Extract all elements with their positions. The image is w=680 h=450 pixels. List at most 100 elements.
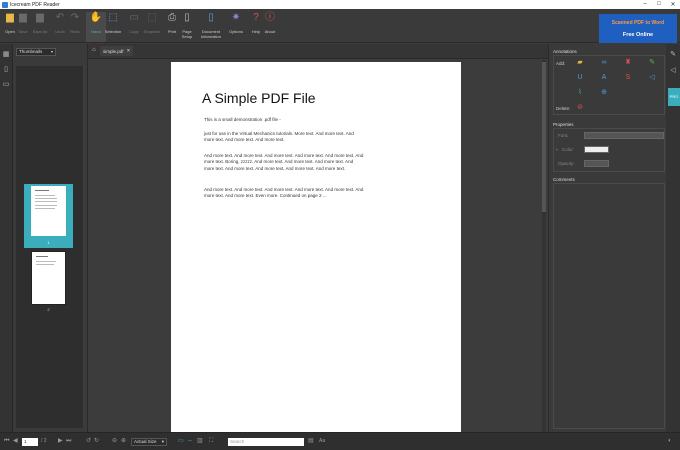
cursor-icon: ⬚ xyxy=(108,12,118,23)
pdf-paragraph-2: just for use in the Virtual Mechanics tu… xyxy=(204,131,354,143)
thumbnail-mode-select[interactable]: Thumbnails ▾ xyxy=(16,48,56,56)
zoom-out-icon[interactable]: ⊖ xyxy=(112,437,117,446)
info-icon: ⓘ xyxy=(265,12,275,23)
search-input[interactable]: Search xyxy=(228,438,304,446)
rotate-left-icon[interactable]: ↺ xyxy=(86,437,91,446)
strikethrough-icon[interactable]: S xyxy=(624,74,632,82)
window-title: Icecream PDF Reader xyxy=(10,1,60,8)
opacity-field[interactable] xyxy=(584,160,609,167)
link-icon[interactable]: ∞ xyxy=(600,59,608,67)
document-scrollbar[interactable] xyxy=(542,60,546,432)
pdf-paragraph-4: And more text. And more text. And more t… xyxy=(204,187,364,199)
color-swatch[interactable] xyxy=(584,146,609,153)
chevron-down-icon: ▾ xyxy=(50,49,53,54)
sticky-note-icon[interactable]: ▰ xyxy=(576,59,584,67)
annotations-title: Annotations xyxy=(553,49,577,54)
selection-tool-button[interactable]: ⬚ Selection xyxy=(103,12,123,42)
pro-badge[interactable]: PRO xyxy=(668,88,680,106)
thumbnail-scrollbar[interactable] xyxy=(83,66,86,428)
text-icon[interactable]: A xyxy=(600,74,608,82)
title-bar: Icecream PDF Reader – □ ✕ xyxy=(0,0,680,9)
annotations-box: Add: ▰ ∞ ♜ ✎ U A S ◁ ⌇ ⊕ Delete: ⊘ xyxy=(553,55,665,115)
close-tab-icon[interactable]: ✕ xyxy=(127,48,131,54)
tab-bar: ⌂ simple.pdf ✕ xyxy=(88,44,548,59)
pdf-paragraph-1: This is a small demonstration .pdf file … xyxy=(204,117,281,122)
last-page-icon[interactable]: ⏭ xyxy=(66,437,71,446)
promo-line2: Free Online xyxy=(622,31,654,38)
save-as-button[interactable]: ▆ Save As xyxy=(30,12,50,42)
match-case-toggle[interactable]: Aa xyxy=(319,437,325,446)
maximize-icon[interactable]: □ xyxy=(652,1,666,8)
promo-banner[interactable]: Scanned PDF to Word Free Online xyxy=(599,14,677,43)
shape-icon[interactable]: ⊕ xyxy=(600,89,608,97)
app-logo-icon xyxy=(2,1,8,8)
about-button[interactable]: ⓘ About xyxy=(260,12,280,42)
zoom-in-icon[interactable]: ⊕ xyxy=(121,437,126,446)
save-icon: ▆ xyxy=(19,12,27,23)
document-icon: ▯ xyxy=(208,12,214,23)
copy-icon: ▭ xyxy=(129,12,139,23)
fit-width-icon[interactable]: ⇔ xyxy=(187,437,193,446)
redo-icon: ↷ xyxy=(70,12,80,23)
thumbnail-list: 1 2 xyxy=(16,66,84,428)
comments-title: Comments xyxy=(553,177,575,182)
highlight-icon[interactable]: ◁ xyxy=(648,74,656,82)
delete-annotation-icon[interactable]: ⊘ xyxy=(576,104,584,112)
theme-toggle-icon[interactable]: ◐ xyxy=(668,437,672,446)
options-button[interactable]: ✷ Options xyxy=(226,12,246,42)
home-icon[interactable]: ⌂ xyxy=(92,47,96,53)
rotate-right-icon[interactable]: ↻ xyxy=(94,437,99,446)
page-number-input[interactable]: 1 xyxy=(22,438,38,446)
save-as-icon: ▆ xyxy=(36,12,44,23)
stamp-icon[interactable]: ♜ xyxy=(624,59,632,67)
fullscreen-icon[interactable]: ⛶ xyxy=(209,437,213,446)
page-setup-icon: ▯ xyxy=(184,12,190,23)
thumbnail-page-1[interactable]: 1 xyxy=(24,184,73,248)
promo-line1: Scanned PDF to Word xyxy=(611,19,665,26)
tab-simple-pdf[interactable]: simple.pdf ✕ xyxy=(100,46,134,56)
pen-icon[interactable]: ✎ xyxy=(648,59,656,67)
annotation-panel-icon[interactable]: ✎ xyxy=(668,50,678,60)
redo-button[interactable]: ↷ Redo xyxy=(65,12,85,42)
comments-box xyxy=(553,183,665,429)
pdf-page[interactable]: A Simple PDF File This is a small demons… xyxy=(171,62,461,432)
thumbnails-icon[interactable]: ▦ xyxy=(2,50,11,59)
bookmarks-icon[interactable]: ▯ xyxy=(2,65,11,74)
single-page-icon[interactable]: ▭ xyxy=(178,437,184,446)
chevron-down-icon: ▾ xyxy=(161,439,164,444)
two-page-icon[interactable]: ▥ xyxy=(197,437,203,446)
underline-icon[interactable]: U xyxy=(576,74,584,82)
document-information-button[interactable]: ▯ Document Information xyxy=(200,12,222,42)
window-controls: – □ ✕ xyxy=(638,1,680,8)
main-toolbar: ▆ Open ▆ Save ▆ Save As ↶ Undo ↷ Redo ✋ … xyxy=(0,9,680,43)
color-checkbox[interactable]: ▪ xyxy=(556,147,558,152)
total-pages: / 2 xyxy=(41,438,47,444)
left-sidebar-strip: ▦ ▯ ▭ xyxy=(0,44,13,432)
status-bar: ⏮ ◀ 1 / 2 ▶ ⏭ ↺ ↻ ⊖ ⊕ Actual Size ▾ ▭ ⇔ ▥… xyxy=(0,432,680,450)
pdf-title: A Simple PDF File xyxy=(202,90,316,106)
prev-page-icon[interactable]: ◀ xyxy=(13,437,18,446)
page-setup-button[interactable]: ▯ Page Setup xyxy=(177,12,197,42)
right-sidebar-strip: ✎ ◁ PRO xyxy=(666,44,680,432)
search-options-icon[interactable]: ▤ xyxy=(308,437,314,446)
minimize-icon[interactable]: – xyxy=(638,1,652,8)
gear-icon: ✷ xyxy=(231,12,241,23)
zoom-select[interactable]: Actual Size ▾ xyxy=(131,438,167,446)
attachment-icon[interactable]: ⌇ xyxy=(576,89,584,97)
edit-panel-icon[interactable]: ◁ xyxy=(668,66,678,76)
font-select[interactable] xyxy=(584,132,664,139)
thumbnail-page-2[interactable] xyxy=(31,251,66,305)
thumbnail-panel: Thumbnails ▾ 1 2 xyxy=(13,44,88,432)
snapshot-button[interactable]: ⬚ Snapshot xyxy=(142,12,162,42)
next-page-icon[interactable]: ▶ xyxy=(58,437,63,446)
document-area: ⌂ simple.pdf ✕ A Simple PDF File This is… xyxy=(88,44,548,432)
attachments-icon[interactable]: ▭ xyxy=(2,80,11,89)
properties-box: Font: ▪ Color: Opacity: xyxy=(553,128,665,172)
copy-button[interactable]: ▭ Copy xyxy=(124,12,144,42)
snapshot-icon: ⬚ xyxy=(147,12,157,23)
right-panel: Annotations Add: ▰ ∞ ♜ ✎ U A S ◁ ⌇ ⊕ Del… xyxy=(548,44,666,432)
first-page-icon[interactable]: ⏮ xyxy=(4,437,9,446)
properties-title: Properties xyxy=(553,122,574,127)
close-icon[interactable]: ✕ xyxy=(666,1,680,8)
hand-icon: ✋ xyxy=(89,12,103,23)
